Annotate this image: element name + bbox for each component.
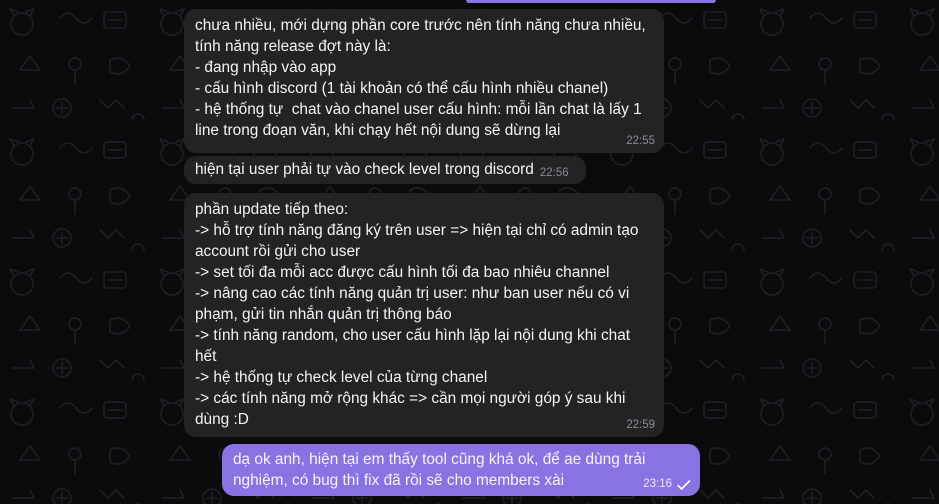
message-text-line: -> hệ thống tự check level của từng chan…: [195, 369, 488, 386]
incoming-message[interactable]: chưa nhiều, mới dựng phần core trước nên…: [184, 9, 664, 153]
message-text-line: -> set tối đa mỗi acc được cấu hình tối …: [195, 264, 610, 281]
chat-history[interactable]: chưa nhiều, mới dựng phần core trước nên…: [0, 0, 939, 504]
outgoing-message[interactable]: dạ ok anh, hiện tại em thấy tool cũng kh…: [222, 444, 700, 496]
message-text-line: tính năng release đợt này là:: [195, 38, 391, 55]
message-text-line: line trong đoạn văn, khi chạy hết nội du…: [195, 122, 561, 139]
message-timestamp: 22:55: [626, 135, 655, 147]
message-text-line: -> hỗ trợ tính năng đăng ký trên user =>…: [195, 222, 639, 239]
message-timestamp: 22:56: [539, 167, 569, 179]
message-text-line: hết: [195, 348, 217, 365]
message-text-line: -> tính năng random, cho user cấu hình l…: [195, 327, 631, 344]
message-text-line: account rồi gửi cho user: [195, 243, 361, 260]
message-text-line: -> các tính năng mở rộng khác => cần mọi…: [195, 390, 626, 407]
incoming-message[interactable]: phần update tiếp theo: -> hỗ trợ tính nă…: [184, 193, 664, 437]
message-text-line: -> nâng cao các tính năng quản trị user:…: [195, 285, 630, 302]
message-timestamp: 23:16: [643, 478, 672, 490]
message-text: hiện tại user phải tự vào check level tr…: [195, 161, 534, 178]
incoming-message[interactable]: hiện tại user phải tự vào check level tr…: [184, 156, 586, 184]
message-text-line: chưa nhiều, mới dựng phần core trước nên…: [195, 17, 646, 34]
message-text-line: nghiệm, có bug thì fix đã rồi sẽ cho mem…: [233, 472, 565, 489]
message-text-line: phạm, gửi tin nhắn quản trị thông báo: [195, 306, 452, 323]
message-text-line: hiện tại user phải tự vào check level tr…: [195, 159, 575, 184]
message-text-line: - đang nhập vào app: [195, 59, 337, 76]
message-timestamp: 22:59: [626, 419, 655, 431]
previous-outgoing-message-edge: [466, 0, 716, 3]
message-text-line: dạ ok anh, hiện tại em thấy tool cũng kh…: [233, 451, 646, 468]
message-text-line: - cấu hình discord (1 tài khoản có thể c…: [195, 80, 609, 97]
message-text-line: - hệ thống tự chat vào chanel user cấu h…: [195, 101, 642, 118]
message-text-line: dùng :D: [195, 411, 249, 428]
double-check-icon: [677, 480, 691, 490]
message-text-line: phần update tiếp theo:: [195, 201, 349, 218]
